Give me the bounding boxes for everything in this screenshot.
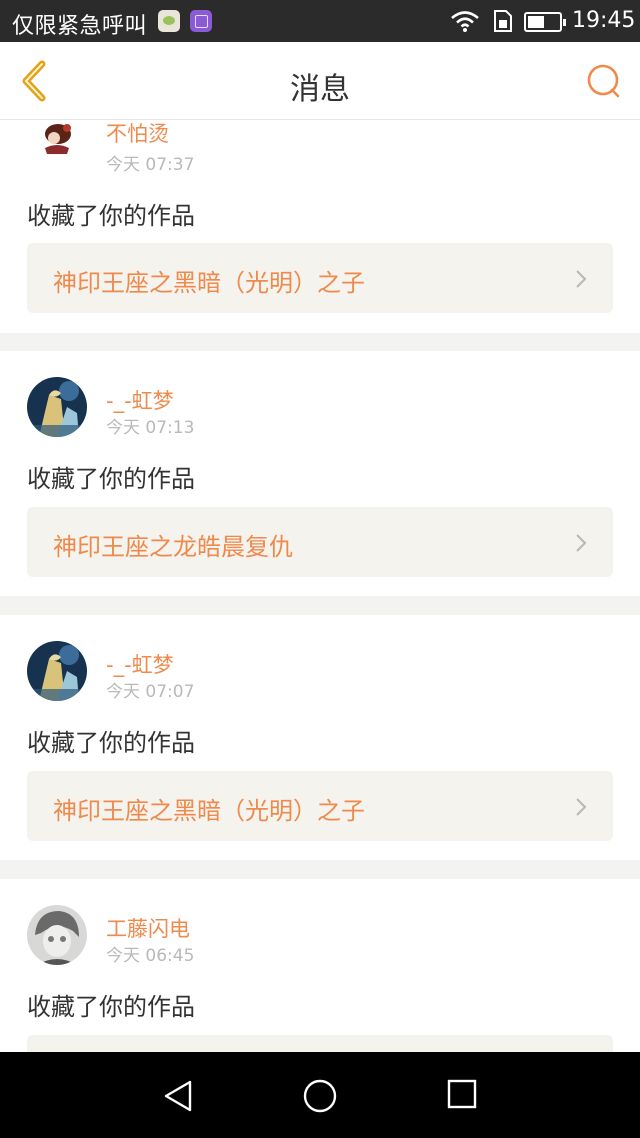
work-link[interactable]: 神印王座之龙皓晨复仇 [27, 507, 613, 577]
chevron-right-icon [576, 270, 587, 288]
chevron-right-icon [576, 534, 587, 552]
work-title: 神印王座之龙皓晨复仇 [53, 533, 293, 561]
avatar[interactable] [27, 905, 87, 965]
system-nav-bar [0, 1052, 640, 1138]
page-title: 消息 [290, 72, 350, 107]
wifi-icon [451, 11, 479, 32]
avatar[interactable] [27, 120, 87, 164]
carrier-text: 仅限紧急呼叫 [12, 14, 148, 39]
work-title: 神印王座之黑暗（光明）之子 [53, 797, 365, 825]
sim-icon [494, 10, 512, 32]
avatar[interactable] [27, 641, 87, 701]
message-time: 今天 07:13 [106, 418, 195, 438]
nav-back-icon[interactable] [160, 1078, 196, 1114]
battery-icon [524, 12, 566, 32]
clock-time: 19:45 [572, 8, 636, 33]
work-link[interactable] [27, 1035, 613, 1052]
user-name[interactable]: -_-虹梦 [106, 385, 174, 415]
action-text: 收藏了你的作品 [27, 993, 195, 1021]
nav-recent-icon[interactable] [446, 1078, 478, 1110]
work-title: 神印王座之黑暗（光明）之子 [53, 269, 365, 297]
nav-home-icon[interactable] [302, 1078, 338, 1114]
user-name[interactable]: -_-虹梦 [106, 649, 174, 679]
app-header: 消息 [0, 42, 640, 120]
user-name[interactable]: 不怕烫 [106, 120, 169, 148]
message-card: -_-虹梦 今天 07:07 收藏了你的作品 神印王座之黑暗（光明）之子 [0, 615, 640, 860]
search-icon[interactable] [584, 62, 624, 102]
user-name[interactable]: 工藤闪电 [106, 913, 190, 943]
message-time: 今天 06:45 [106, 946, 195, 966]
chevron-right-icon [576, 798, 587, 816]
work-link[interactable]: 神印王座之黑暗（光明）之子 [27, 243, 613, 313]
action-text: 收藏了你的作品 [27, 465, 195, 493]
work-link[interactable]: 神印王座之黑暗（光明）之子 [27, 771, 613, 841]
message-list[interactable]: 不怕烫 今天 07:37 收藏了你的作品 神印王座之黑暗（光明）之子 -_-虹梦… [0, 120, 640, 1052]
message-card: 工藤闪电 今天 06:45 收藏了你的作品 [0, 879, 640, 1052]
message-card: 不怕烫 今天 07:37 收藏了你的作品 神印王座之黑暗（光明）之子 [0, 120, 640, 333]
wechat-icon [158, 10, 180, 32]
action-text: 收藏了你的作品 [27, 202, 195, 230]
status-bar: 仅限紧急呼叫 19:45 [0, 0, 640, 42]
avatar[interactable] [27, 377, 87, 437]
action-text: 收藏了你的作品 [27, 729, 195, 757]
gallery-icon [190, 10, 212, 32]
message-time: 今天 07:37 [106, 155, 195, 175]
message-time: 今天 07:07 [106, 682, 195, 702]
message-card: -_-虹梦 今天 07:13 收藏了你的作品 神印王座之龙皓晨复仇 [0, 351, 640, 596]
